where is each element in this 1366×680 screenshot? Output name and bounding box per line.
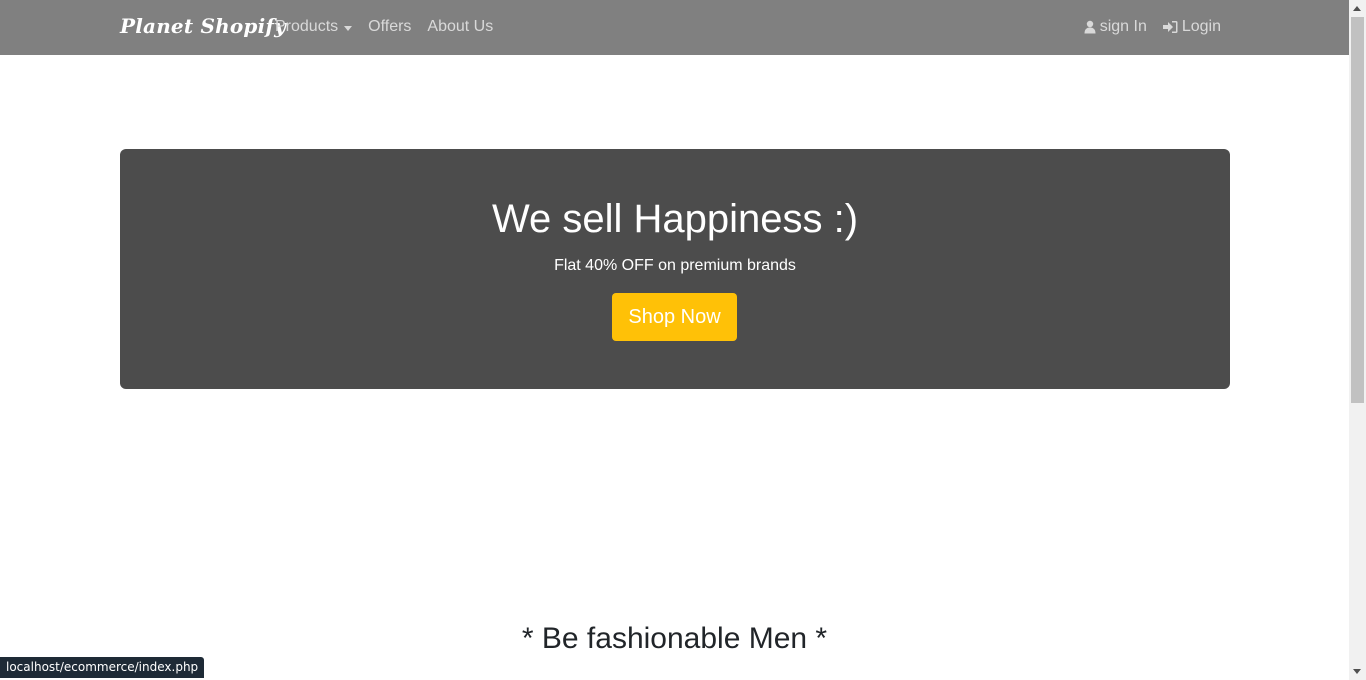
nav-products-label: Products bbox=[275, 18, 339, 35]
sign-in-label: sign In bbox=[1099, 18, 1147, 35]
scroll-down-icon[interactable] bbox=[1353, 669, 1361, 674]
status-bar-url: localhost/ecommerce/index.php bbox=[0, 657, 205, 678]
sign-in-icon bbox=[1162, 21, 1178, 33]
nav-offers[interactable]: Offers bbox=[368, 18, 411, 36]
chevron-down-icon bbox=[344, 25, 353, 31]
nav-about-us[interactable]: About Us bbox=[427, 18, 493, 36]
brand-logo[interactable]: Planet Shopify bbox=[120, 14, 286, 38]
section-heading: * Be fashionable Men * bbox=[521, 622, 828, 655]
hero-banner: We sell Happiness :) Flat 40% OFF on pre… bbox=[120, 149, 1230, 389]
nav-products-dropdown[interactable]: Products bbox=[275, 18, 353, 36]
nav-account-links: sign In Login bbox=[1084, 18, 1221, 36]
scroll-thumb[interactable] bbox=[1351, 17, 1364, 403]
login-link[interactable]: Login bbox=[1162, 18, 1221, 36]
page: Planet Shopify Products Offers About Us … bbox=[0, 0, 1366, 680]
nav-links: Products Offers About Us bbox=[275, 18, 493, 36]
shop-now-button[interactable]: Shop Now bbox=[612, 293, 737, 341]
login-label: Login bbox=[1181, 18, 1221, 35]
scroll-up-icon[interactable] bbox=[1353, 6, 1361, 11]
sign-in-link[interactable]: sign In bbox=[1084, 18, 1147, 36]
user-icon bbox=[1084, 20, 1096, 34]
hero-title: We sell Happiness :) bbox=[491, 197, 859, 241]
hero-subtitle: Flat 40% OFF on premium brands bbox=[554, 257, 796, 274]
navbar: Planet Shopify Products Offers About Us … bbox=[0, 0, 1349, 55]
vertical-scrollbar[interactable] bbox=[1349, 0, 1366, 680]
